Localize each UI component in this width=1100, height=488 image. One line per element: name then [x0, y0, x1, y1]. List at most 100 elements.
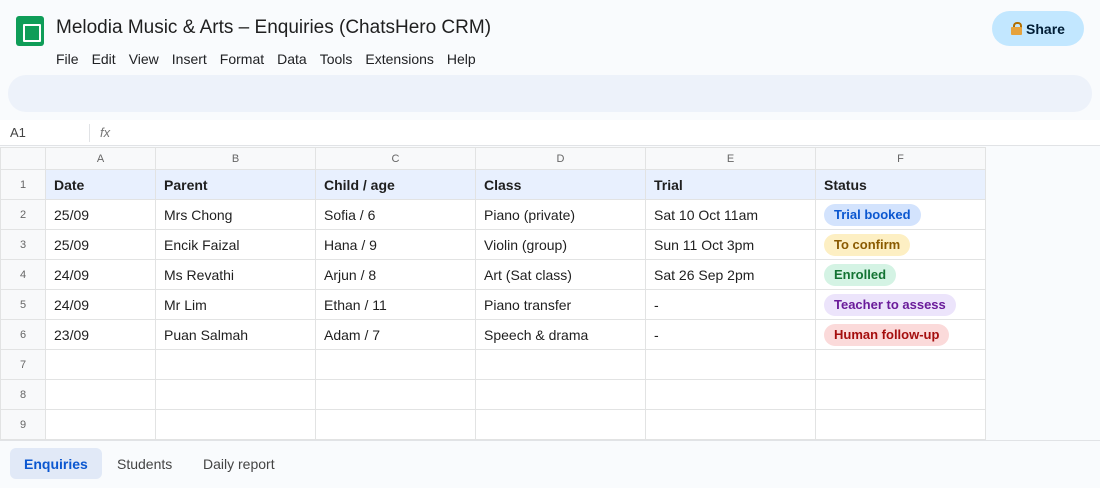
empty-cell[interactable]: [45, 379, 156, 410]
sheet-tab-students[interactable]: Students: [103, 448, 186, 479]
cell-trial[interactable]: Sat 10 Oct 11am: [645, 199, 816, 230]
menu-data[interactable]: Data: [277, 51, 307, 67]
cell-class[interactable]: Piano (private): [475, 199, 646, 230]
column-header[interactable]: F: [815, 147, 986, 170]
cell-class[interactable]: Speech & drama: [475, 319, 646, 350]
toolbar: [8, 75, 1092, 112]
cell-status[interactable]: Human follow-up: [815, 319, 986, 350]
empty-cell[interactable]: [475, 379, 646, 410]
row-number[interactable]: 7: [0, 349, 46, 380]
row-number[interactable]: 2: [0, 199, 46, 230]
cell-status[interactable]: To confirm: [815, 229, 986, 260]
empty-cell[interactable]: [645, 379, 816, 410]
sheet-tab-daily-report[interactable]: Daily report: [189, 448, 289, 479]
row-number[interactable]: 4: [0, 259, 46, 290]
empty-cell[interactable]: [315, 349, 476, 380]
empty-cell[interactable]: [45, 409, 156, 440]
menu-extensions[interactable]: Extensions: [365, 51, 433, 67]
cell-date[interactable]: 25/09: [45, 229, 156, 260]
header-cell-trial[interactable]: Trial: [645, 169, 816, 200]
empty-row: 9: [0, 409, 986, 440]
cell-date[interactable]: 23/09: [45, 319, 156, 350]
share-button[interactable]: Share: [992, 11, 1084, 46]
empty-cell[interactable]: [315, 379, 476, 410]
cell-class[interactable]: Piano transfer: [475, 289, 646, 320]
column-header[interactable]: C: [315, 147, 476, 170]
cell-class[interactable]: Art (Sat class): [475, 259, 646, 290]
cell-trial[interactable]: -: [645, 319, 816, 350]
cell-class[interactable]: Violin (group): [475, 229, 646, 260]
cell-trial[interactable]: Sat 26 Sep 2pm: [645, 259, 816, 290]
empty-cell[interactable]: [645, 349, 816, 380]
table-row: 6 23/09 Puan Salmah Adam / 7 Speech & dr…: [0, 319, 986, 350]
menu-file[interactable]: File: [56, 51, 79, 67]
cell-date[interactable]: 24/09: [45, 259, 156, 290]
column-header[interactable]: E: [645, 147, 816, 170]
row-number[interactable]: 5: [0, 289, 46, 320]
empty-cell[interactable]: [815, 349, 986, 380]
menu-tools[interactable]: Tools: [320, 51, 353, 67]
cell-parent[interactable]: Ms Revathi: [155, 259, 316, 290]
row-number[interactable]: 1: [0, 169, 46, 200]
column-header[interactable]: A: [45, 147, 156, 170]
menu-help[interactable]: Help: [447, 51, 476, 67]
empty-cell[interactable]: [155, 379, 316, 410]
status-badge: Trial booked: [824, 203, 921, 226]
empty-cell[interactable]: [315, 409, 476, 440]
cell-status[interactable]: Trial booked: [815, 199, 986, 230]
header-cell-date[interactable]: Date: [45, 169, 156, 200]
cell-child-age[interactable]: Arjun / 8: [315, 259, 476, 290]
sheets-logo-icon[interactable]: [16, 16, 44, 46]
cell-child-age[interactable]: Sofia / 6: [315, 199, 476, 230]
spreadsheet-grid: A B C D E F 1 Date Parent Child / age Cl…: [0, 147, 986, 440]
row-number[interactable]: 3: [0, 229, 46, 260]
row-number[interactable]: 6: [0, 319, 46, 350]
empty-cell[interactable]: [475, 349, 646, 380]
menu-insert[interactable]: Insert: [172, 51, 207, 67]
share-label: Share: [1026, 20, 1065, 37]
column-header-row: A B C D E F: [0, 147, 986, 170]
sheet-tab-enquiries[interactable]: Enquiries: [10, 448, 102, 479]
empty-cell[interactable]: [815, 409, 986, 440]
select-all-corner[interactable]: [0, 147, 46, 170]
row-number[interactable]: 9: [0, 409, 46, 440]
table-row: 3 25/09 Encik Faizal Hana / 9 Violin (gr…: [0, 229, 986, 260]
cell-parent[interactable]: Encik Faizal: [155, 229, 316, 260]
menu-edit[interactable]: Edit: [92, 51, 116, 67]
document-title[interactable]: Melodia Music & Arts – Enquiries (ChatsH…: [56, 17, 491, 39]
header-cell-parent[interactable]: Parent: [155, 169, 316, 200]
empty-cell[interactable]: [45, 349, 156, 380]
header-cell-status[interactable]: Status: [815, 169, 986, 200]
cell-parent[interactable]: Puan Salmah: [155, 319, 316, 350]
cell-child-age[interactable]: Ethan / 11: [315, 289, 476, 320]
header-cell-child-age[interactable]: Child / age: [315, 169, 476, 200]
top-bar: Melodia Music & Arts – Enquiries (ChatsH…: [0, 0, 1100, 72]
column-header[interactable]: D: [475, 147, 646, 170]
menu-format[interactable]: Format: [220, 51, 264, 67]
column-header[interactable]: B: [155, 147, 316, 170]
cell-status[interactable]: Enrolled: [815, 259, 986, 290]
empty-cell[interactable]: [155, 409, 316, 440]
table-header-row: 1 Date Parent Child / age Class Trial St…: [0, 169, 986, 200]
fx-icon: fx: [100, 125, 111, 140]
sheet-tabs-bar: Enquiries Students Daily report: [0, 440, 1100, 488]
menu-view[interactable]: View: [129, 51, 159, 67]
table-row: 5 24/09 Mr Lim Ethan / 11 Piano transfer…: [0, 289, 986, 320]
cell-trial[interactable]: -: [645, 289, 816, 320]
name-box[interactable]: A1: [10, 125, 26, 140]
empty-cell[interactable]: [155, 349, 316, 380]
header-cell-class[interactable]: Class: [475, 169, 646, 200]
cell-parent[interactable]: Mrs Chong: [155, 199, 316, 230]
row-number[interactable]: 8: [0, 379, 46, 410]
cell-child-age[interactable]: Hana / 9: [315, 229, 476, 260]
cell-trial[interactable]: Sun 11 Oct 3pm: [645, 229, 816, 260]
empty-cell[interactable]: [645, 409, 816, 440]
cell-date[interactable]: 25/09: [45, 199, 156, 230]
cell-child-age[interactable]: Adam / 7: [315, 319, 476, 350]
formula-bar: A1 fx: [0, 120, 1100, 146]
empty-cell[interactable]: [475, 409, 646, 440]
cell-date[interactable]: 24/09: [45, 289, 156, 320]
cell-status[interactable]: Teacher to assess: [815, 289, 986, 320]
cell-parent[interactable]: Mr Lim: [155, 289, 316, 320]
empty-cell[interactable]: [815, 379, 986, 410]
